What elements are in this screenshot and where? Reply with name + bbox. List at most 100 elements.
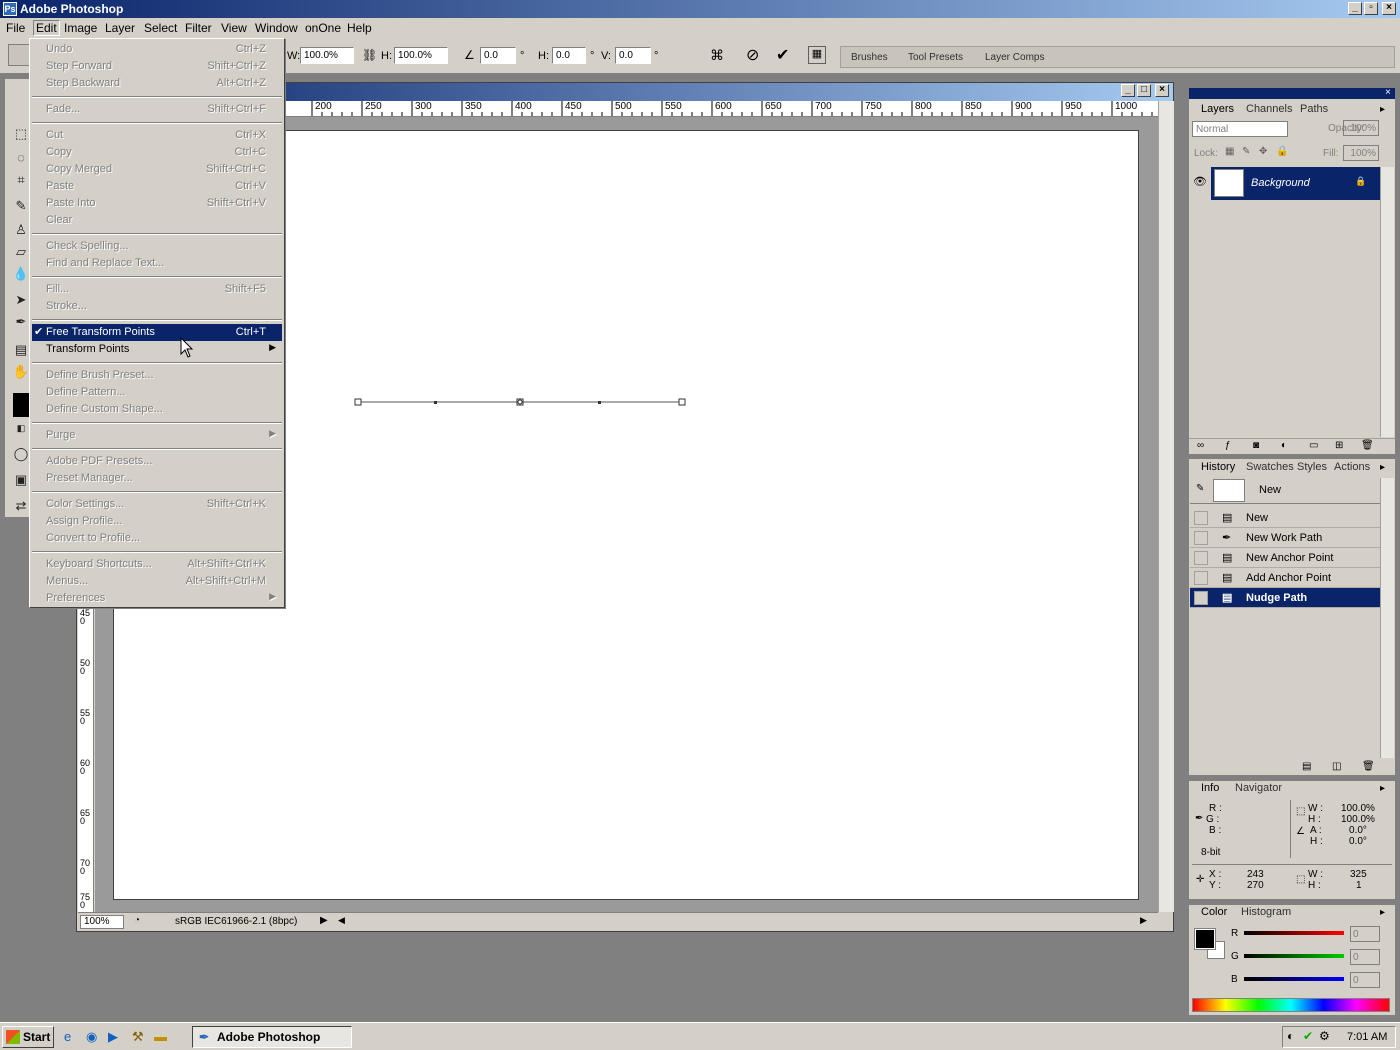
menu-layer[interactable]: Layer: [105, 21, 135, 35]
red-slider-track[interactable]: [1244, 931, 1344, 935]
anchor-point-handle[interactable]: [354, 398, 362, 406]
blue-value-input[interactable]: 0: [1350, 972, 1380, 988]
folder-icon[interactable]: ▬: [154, 1029, 167, 1044]
snapshot-brush-icon[interactable]: ✎: [1196, 483, 1204, 494]
taskbar-app-photoshop[interactable]: ✒ Adobe Photoshop: [192, 1026, 352, 1048]
history-state-row[interactable]: ▤ New: [1190, 508, 1380, 528]
delete-state-icon[interactable]: 🗑: [1362, 761, 1375, 772]
menu-image[interactable]: Image: [64, 21, 97, 35]
menu-item-adobe-pdf-presets[interactable]: Adobe PDF Presets...: [32, 453, 282, 470]
blue-slider-track[interactable]: [1244, 977, 1344, 981]
restore-button[interactable]: ▫: [1364, 2, 1378, 15]
browser-icon[interactable]: e: [64, 1029, 71, 1044]
menu-item-free-transform-points[interactable]: ✔ Free Transform Points Ctrl+T: [32, 324, 282, 341]
menu-item-undo[interactable]: Undo Ctrl+Z: [32, 41, 282, 58]
new-snapshot-icon[interactable]: ◫: [1332, 761, 1341, 772]
vertical-scrollbar[interactable]: [1158, 101, 1174, 912]
anchor-point-handle[interactable]: [678, 398, 686, 406]
tab-layers[interactable]: Layers: [1201, 103, 1234, 115]
history-state-row[interactable]: ▤ Add Anchor Point: [1190, 568, 1380, 588]
tray-icon[interactable]: ✔: [1303, 1029, 1313, 1043]
warp-icon[interactable]: ⌘: [710, 47, 724, 64]
history-state-row[interactable]: ▤ New Anchor Point: [1190, 548, 1380, 568]
add-mask-icon[interactable]: ◙: [1253, 440, 1259, 451]
tool-icon[interactable]: ⚒: [132, 1029, 144, 1045]
menu-filter[interactable]: Filter: [185, 21, 212, 35]
palette-menu-icon[interactable]: ▸: [1380, 104, 1385, 115]
cancel-transform-icon[interactable]: ⊘: [746, 45, 759, 65]
doc-minimize-button[interactable]: _: [1121, 84, 1135, 97]
menu-edit[interactable]: Edit: [33, 20, 60, 36]
menu-item-fill[interactable]: Fill... Shift+F5: [32, 281, 282, 298]
start-button[interactable]: Start: [2, 1026, 54, 1048]
menu-item-color-settings[interactable]: Color Settings... Shift+Ctrl+K: [32, 496, 282, 513]
tab-actions[interactable]: Actions: [1334, 461, 1370, 473]
link-layers-icon[interactable]: ∞: [1197, 440, 1204, 451]
new-group-icon[interactable]: ▭: [1309, 440, 1318, 451]
new-layer-icon[interactable]: ⊞: [1335, 440, 1343, 451]
menu-help[interactable]: Help: [347, 21, 372, 35]
app-title-bar[interactable]: Ps Adobe Photoshop _ ▫ ×: [0, 0, 1400, 18]
history-brush-source-box[interactable]: [1194, 591, 1208, 605]
notes-tool-icon[interactable]: ▤: [12, 341, 30, 359]
stamp-tool-icon[interactable]: ♙: [12, 221, 30, 239]
layer-style-icon[interactable]: ƒ: [1225, 440, 1231, 451]
tab-histogram[interactable]: Histogram: [1241, 906, 1291, 918]
tray-icon[interactable]: ◐: [1287, 1029, 1294, 1043]
blur-tool-icon[interactable]: 💧: [12, 265, 30, 283]
media-player-icon[interactable]: ▶: [108, 1029, 118, 1045]
menu-item-define-brush-preset[interactable]: Define Brush Preset...: [32, 367, 282, 384]
eraser-tool-icon[interactable]: ▱: [12, 243, 30, 261]
fill-input[interactable]: 100%: [1343, 145, 1379, 161]
lock-position-icon[interactable]: ✥: [1259, 146, 1267, 157]
crop-tool-icon[interactable]: ⌗: [12, 171, 30, 189]
menu-item-fade[interactable]: Fade... Shift+Ctrl+F: [32, 101, 282, 118]
menu-item-assign-profile[interactable]: Assign Profile...: [32, 513, 282, 530]
tab-color[interactable]: Color: [1201, 906, 1227, 918]
menu-item-check-spelling[interactable]: Check Spelling...: [32, 238, 282, 255]
palette-toggle-icon[interactable]: ▦: [808, 46, 826, 64]
menu-item-menus[interactable]: Menus... Alt+Shift+Ctrl+M: [32, 573, 282, 590]
green-slider-track[interactable]: [1244, 954, 1344, 958]
layer-visibility-eye-icon[interactable]: 👁: [1190, 167, 1210, 200]
menu-item-purge[interactable]: Purge ▶: [32, 427, 282, 444]
menu-file[interactable]: File: [6, 21, 25, 35]
foreground-color-swatch[interactable]: [1194, 928, 1216, 950]
menu-select[interactable]: Select: [144, 21, 177, 35]
palette-menu-icon[interactable]: ▸: [1380, 783, 1385, 794]
menu-item-transform-points[interactable]: Transform Points ▶: [32, 341, 282, 358]
jump-to-imageready-icon[interactable]: ⇄: [12, 497, 30, 515]
height-input[interactable]: 100.0%: [394, 47, 448, 64]
tool-preset-picker[interactable]: [8, 44, 30, 66]
link-icon[interactable]: ⛓: [362, 48, 377, 62]
tab-swatches[interactable]: Swatches: [1246, 461, 1294, 473]
commit-transform-icon[interactable]: ✔: [776, 45, 789, 65]
menu-onone[interactable]: onOne: [305, 21, 341, 35]
menu-item-copy-merged[interactable]: Copy Merged Shift+Ctrl+C: [32, 161, 282, 178]
close-button[interactable]: ×: [1382, 2, 1396, 15]
pen-tool-icon[interactable]: ✒: [12, 313, 30, 331]
history-state-row[interactable]: ✒ New Work Path: [1190, 528, 1380, 548]
history-scrollbar[interactable]: [1380, 478, 1394, 758]
menu-item-keyboard-shortcuts[interactable]: Keyboard Shortcuts... Alt+Shift+Ctrl+K: [32, 556, 282, 573]
vskew-input[interactable]: 0.0: [615, 47, 651, 64]
tab-paths[interactable]: Paths: [1300, 103, 1328, 115]
menu-item-step-forward[interactable]: Step Forward Shift+Ctrl+Z: [32, 58, 282, 75]
menu-item-preset-manager[interactable]: Preset Manager...: [32, 470, 282, 487]
menu-item-stroke[interactable]: Stroke...: [32, 298, 282, 315]
hscroll-right-icon[interactable]: ▶: [1140, 915, 1147, 926]
doc-close-button[interactable]: ×: [1155, 84, 1169, 97]
tab-navigator[interactable]: Navigator: [1235, 782, 1282, 794]
palette-menu-icon[interactable]: ▸: [1380, 907, 1385, 918]
well-tab-layer-comps[interactable]: Layer Comps: [985, 52, 1044, 63]
layers-scrollbar[interactable]: [1380, 167, 1394, 437]
zoom-field[interactable]: 100%: [80, 915, 124, 929]
explorer-icon[interactable]: ◉: [86, 1029, 97, 1045]
anchor-point[interactable]: [598, 401, 601, 404]
opacity-input[interactable]: 100%: [1343, 120, 1379, 136]
history-state-row[interactable]: ▤ Nudge Path: [1190, 588, 1380, 608]
menu-view[interactable]: View: [221, 21, 247, 35]
history-brush-source-box[interactable]: [1194, 551, 1208, 565]
quick-mask-icon[interactable]: ◯: [12, 445, 30, 463]
palette-titlebar[interactable]: [1189, 88, 1395, 99]
